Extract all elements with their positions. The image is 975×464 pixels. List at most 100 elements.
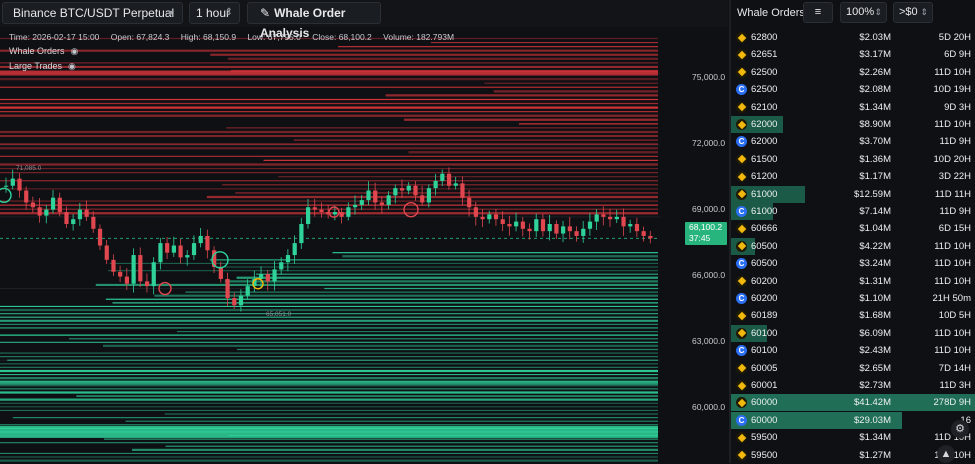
order-age: 11D 10H xyxy=(934,275,971,287)
eye-icon[interactable]: ◉ xyxy=(71,46,79,57)
order-price: 62000 xyxy=(751,119,778,130)
whale-order-row[interactable]: 61500 $1.36M 10D 20H xyxy=(731,151,975,169)
candle-body xyxy=(245,286,250,296)
whale-order-row[interactable]: 60001 $2.73M 11D 3H xyxy=(731,377,975,395)
zoom-label: 100% xyxy=(846,6,875,18)
whale-order-row[interactable]: 60005 $2.65M 7D 14H xyxy=(731,360,975,378)
order-value: $29.03M xyxy=(854,414,891,426)
candle-body xyxy=(151,262,156,287)
buy-wall-band xyxy=(0,380,658,385)
order-value: $6.09M xyxy=(859,327,891,339)
order-price: 61000 xyxy=(751,188,778,200)
coinbase-logo-icon: C xyxy=(736,293,747,304)
min-size-filter[interactable]: >$0 ⇕ xyxy=(893,2,933,23)
whale-orders-layer-toggle[interactable]: Whale Orders ◉ xyxy=(9,46,78,57)
whale-order-row[interactable]: C 62500 $2.08M 10D 19H xyxy=(731,81,975,99)
whale-order-row[interactable]: 60200 $1.31M 11D 10H xyxy=(731,273,975,291)
order-age: 11D 9H xyxy=(939,136,971,148)
chart-canvas[interactable]: 71,085.0 65,051.0 xyxy=(0,28,728,463)
candle-body xyxy=(10,178,15,186)
candle-body xyxy=(71,219,76,224)
binance-logo-icon xyxy=(736,66,747,78)
whale-order-row[interactable]: 62500 $2.26M 11D 10H xyxy=(731,64,975,82)
binance-logo-icon xyxy=(736,32,747,43)
order-value: $41.42M xyxy=(854,397,891,409)
order-value: $1.34M xyxy=(859,101,891,113)
candle-body xyxy=(366,190,371,201)
whale-order-row[interactable]: C 60000 $29.03M 16 xyxy=(731,411,975,430)
order-age: 11D 10H xyxy=(934,258,971,270)
settings-sliders-button[interactable]: ≡ xyxy=(803,2,833,23)
candle-body xyxy=(359,200,364,205)
binance-logo-icon xyxy=(736,119,747,130)
updown-chevron-icon: ⇕ xyxy=(920,7,928,17)
large-trades-layer-toggle[interactable]: Large Trades ◉ xyxy=(9,61,76,72)
candle-body xyxy=(493,214,499,220)
candle-body xyxy=(621,216,626,227)
order-value: $2.03M xyxy=(859,32,891,43)
order-age: 6D 9H xyxy=(944,49,971,61)
candle-body xyxy=(467,197,472,208)
whale-order-row[interactable]: 60666 $1.04M 6D 15H xyxy=(731,220,975,238)
order-age: 11D 10H xyxy=(934,240,971,252)
whale-order-row[interactable]: C 60100 $2.43M 11D 10H xyxy=(731,342,975,360)
zoom-select[interactable]: 100% ⇕ xyxy=(840,2,887,23)
candle-countdown: 37:45 xyxy=(689,233,711,243)
order-value: $3.24M xyxy=(859,258,891,270)
whale-order-row[interactable]: C 60200 $1.10M 21H 50m xyxy=(731,290,975,308)
candle-body xyxy=(77,209,83,220)
order-age: 11D 10H xyxy=(934,327,971,339)
order-price: 60100 xyxy=(751,327,778,339)
whale-order-row[interactable]: C 60500 $3.24M 11D 10H xyxy=(731,255,975,273)
whale-order-row[interactable]: 62800 $2.03M 5D 20H xyxy=(731,29,975,47)
candle-body xyxy=(312,207,317,210)
scroll-up-icon[interactable]: ▲ xyxy=(937,445,955,463)
whale-order-row[interactable]: 60500 $4.22M 11D 10H xyxy=(731,237,975,256)
candle-body xyxy=(520,221,525,229)
candle-body xyxy=(440,173,445,181)
order-price: 60500 xyxy=(751,240,778,252)
candle-body xyxy=(561,226,566,234)
candle-body xyxy=(399,188,405,191)
candle-body xyxy=(446,173,452,186)
whale-order-row[interactable]: 60000 $41.42M 278D 9H xyxy=(731,394,975,412)
whale-order-analysis-button[interactable]: ✎ Whale Order Analysis xyxy=(247,2,381,40)
settings-gear-icon[interactable]: ⚙ xyxy=(951,420,969,438)
whale-order-row[interactable]: 62651 $3.17M 6D 9H xyxy=(731,46,975,64)
order-price: 62500 xyxy=(751,66,778,78)
candle-body xyxy=(379,202,385,205)
min-size-label: >$0 xyxy=(899,6,918,18)
binance-logo-icon xyxy=(736,240,747,252)
eye-icon[interactable]: ◉ xyxy=(68,61,76,72)
whale-order-row[interactable]: C 61000 $7.14M 11D 9H xyxy=(731,203,975,221)
whale-order-row[interactable]: 60100 $6.09M 11D 10H xyxy=(731,324,975,343)
candle-body xyxy=(91,216,96,229)
candle-body xyxy=(614,216,619,220)
whale-orders-panel: Whale Orders ≡ 100% ⇕ >$0 ⇕ 62800 $2.03M 5… xyxy=(731,0,975,463)
whale-order-row[interactable]: 60189 $1.68M 10D 5H xyxy=(731,307,975,325)
whale-order-row[interactable]: 61200 $1.17M 3D 22H xyxy=(731,168,975,186)
whale-order-row[interactable]: 61000 $12.59M 11D 11H xyxy=(731,185,975,204)
order-age: 11D 10H xyxy=(934,345,971,357)
order-price: 60200 xyxy=(751,275,778,287)
whale-order-row[interactable]: C 62000 $3.70M 11D 9H xyxy=(731,133,975,151)
order-age: 11D 9H xyxy=(939,206,971,217)
candle-body xyxy=(628,223,633,227)
y-tick-label: 72,000.0 xyxy=(692,138,726,148)
market-select-label: Binance BTC/USDT Perpetual xyxy=(13,6,175,20)
whale-order-row[interactable]: 62000 $8.90M 11D 10H xyxy=(731,116,975,134)
ohlc-close: Close: 68,100.2 xyxy=(312,32,372,42)
ohlc-low: Low: 67,795.0 xyxy=(247,32,301,42)
whale-order-row[interactable]: 59500 $1.34M 11D 10H xyxy=(731,429,975,447)
price-chart[interactable]: 71,085.0 65,051.0 Time: 2026-02-17 15:00 … xyxy=(0,28,728,463)
order-age: 9D 3H xyxy=(944,101,971,113)
market-select[interactable]: Binance BTC/USDT Perpetual ▼ xyxy=(2,2,183,24)
candle-body xyxy=(507,223,512,227)
whale-order-row[interactable]: 62100 $1.34M 9D 3H xyxy=(731,99,975,117)
interval-select[interactable]: 1 hour ⇕ xyxy=(189,2,240,24)
order-price: 62651 xyxy=(751,49,778,61)
order-value: $1.17M xyxy=(859,171,891,183)
order-value: $8.90M xyxy=(859,119,891,130)
candle-body xyxy=(601,214,606,217)
binance-logo-icon xyxy=(736,275,747,287)
